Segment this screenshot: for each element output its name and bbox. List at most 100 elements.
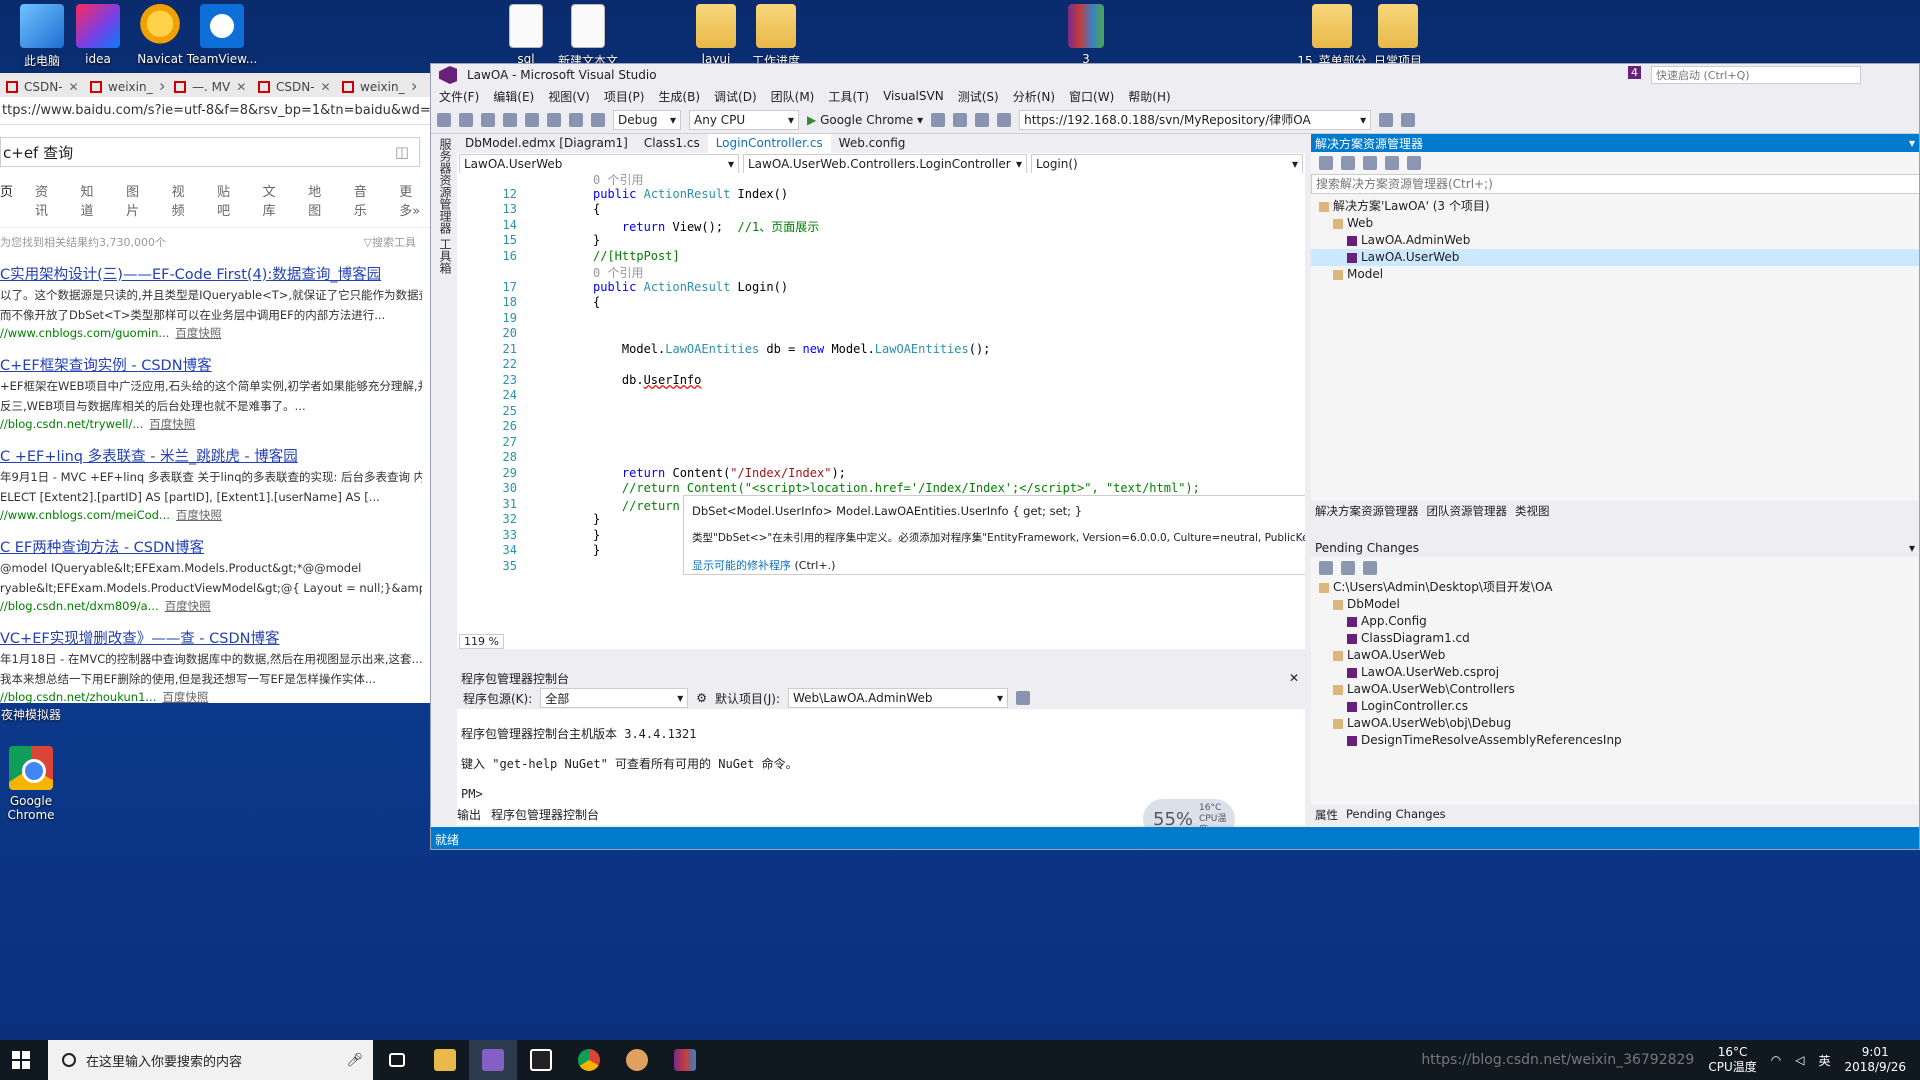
tree-item[interactable]: Web [1311,215,1919,232]
panel-tab[interactable]: 类视图 [1515,503,1550,519]
properties-icon[interactable] [1407,156,1421,170]
baidu-nav-item[interactable]: 音乐 [354,181,378,219]
result-url-text[interactable]: //blog.csdn.net/dxm809/a... [0,599,159,613]
result-title-link[interactable]: C EF两种查询方法 - CSDN博客 [0,536,422,557]
menu-item[interactable]: 分析(N) [1013,88,1055,105]
new-project-icon[interactable] [481,112,495,127]
document-tab[interactable]: LoginController.cs [707,134,831,153]
close-tab-icon[interactable]: ✕ [236,80,246,94]
quick-launch-input[interactable]: 快速启动 (Ctrl+Q) [1651,66,1861,84]
tree-item[interactable]: DbModel [1311,596,1919,613]
desktop-icon[interactable]: 夜神模拟器 [0,706,62,723]
browser-tab[interactable]: —. MV ✕ [168,77,248,97]
desktop-icon[interactable]: 新建文本文 [552,4,624,69]
document-tab[interactable]: DbModel.edmx [Diagram1] [457,134,636,153]
microphone-icon[interactable]: 🎤︎ [346,1053,363,1068]
class-dropdown[interactable]: LawOA.UserWeb.Controllers.LoginControlle… [743,154,1027,174]
tree-item[interactable]: LawOA.UserWeb\Controllers [1311,681,1919,698]
tree-item[interactable]: C:\Users\Admin\Desktop\项目开发\OA [1311,579,1919,596]
code-editor[interactable]: DbSet<Model.UserInfo> Model.LawOAEntitie… [457,173,1305,649]
tree-item[interactable]: LawOA.UserWeb [1311,249,1919,266]
desktop-icon[interactable]: 工作进度 [740,4,812,69]
result-title-link[interactable]: C+EF框架查询实例 - CSDN博客 [0,354,422,375]
tree-item[interactable]: App.Config [1311,613,1919,630]
tree-item[interactable]: DesignTimeResolveAssemblyReferencesInp [1311,732,1919,749]
cache-link[interactable]: 百度快照 [165,599,211,613]
browser-tab[interactable]: CSDN- ✕ [0,77,80,97]
toolbox-tab[interactable]: 工具箱 [437,238,454,274]
baidu-search-input[interactable]: c+ef 查询 ◫ [0,137,420,167]
save-all-icon[interactable] [547,112,561,127]
taskbar-winrar[interactable] [661,1040,709,1080]
comment-icon[interactable] [997,112,1012,127]
network-icon[interactable]: ◠ [1771,1053,1781,1067]
browser-tab[interactable]: weixin_ ✕ [336,77,416,97]
cache-link[interactable]: 百度快照 [175,326,221,340]
baidu-nav-item[interactable]: 贴吧 [217,181,241,219]
config-select[interactable]: Debug ▾ [613,109,681,130]
desktop-icon[interactable]: 15_菜单部分 [1296,4,1368,69]
settings-icon[interactable]: ⚙ [696,691,707,705]
baidu-nav-item[interactable]: 资讯 [35,181,59,219]
svn-commit-icon[interactable] [1401,112,1416,127]
bottom-tab[interactable]: 输出 [457,806,481,824]
browser-tab[interactable]: weixin_ ✕ [84,77,164,97]
baidu-nav-item[interactable]: 更多» [399,181,430,219]
result-url-text[interactable]: //www.cnblogs.com/guomin... [0,326,169,340]
taskbar-explorer[interactable] [421,1040,469,1080]
baidu-nav-item[interactable]: 文库 [263,181,287,219]
taskbar-intellij[interactable] [517,1040,565,1080]
cache-link[interactable]: 百度快照 [176,508,222,522]
browser-tab[interactable]: CSDN- ✕ [252,77,332,97]
tree-item[interactable]: LawOA.UserWeb\obj\Debug [1311,715,1919,732]
start-debug-button[interactable]: ▶ Google Chrome ▾ [807,113,923,127]
platform-select[interactable]: Any CPU ▾ [689,109,799,130]
result-url-text[interactable]: //blog.csdn.net/zhoukun1... [0,690,156,703]
result-title-link[interactable]: C +EF+linq 多表联查 - 米兰_跳跳虎 - 博客园 [0,445,422,466]
bottom-tab[interactable]: 程序包管理器控制台 [487,806,604,824]
back-icon[interactable] [437,112,451,127]
desktop-icon[interactable]: Google Chrome [0,746,62,822]
ime-indicator[interactable]: 英 [1818,1052,1830,1069]
result-url-text[interactable]: //blog.csdn.net/trywell/... [0,417,143,431]
task-view-button[interactable] [373,1040,421,1080]
menu-item[interactable]: 测试(S) [958,88,999,105]
panel-tab[interactable]: 属性 [1315,807,1338,823]
forward-icon[interactable] [459,112,473,127]
menu-item[interactable]: 视图(V) [548,88,590,105]
volume-icon[interactable]: ◁ [1795,1053,1804,1067]
tree-item[interactable]: Model [1311,266,1919,283]
baidu-nav-item[interactable]: 视频 [172,181,196,219]
result-title-link[interactable]: VC+EF实现增删改查》——查 - CSDN博客 [0,627,422,648]
taskbar-chrome[interactable] [565,1040,613,1080]
bookmark-icon[interactable] [975,112,990,127]
browser-link-icon[interactable] [953,112,968,127]
tree-item[interactable]: 解决方案'LawOA' (3 个项目) [1311,198,1919,215]
menu-item[interactable]: 文件(F) [439,88,479,105]
refresh-icon[interactable] [1363,156,1377,170]
taskbar-visual-studio[interactable] [469,1040,517,1080]
svn-url-select[interactable]: https://192.168.0.188/svn/MyRepository/律… [1019,109,1372,130]
notification-icon[interactable]: 4 [1628,66,1641,79]
save-icon[interactable] [525,112,539,127]
project-dropdown[interactable]: LawOA.UserWeb ▾ [459,154,739,174]
menu-item[interactable]: 工具(T) [828,88,869,105]
default-project-select[interactable]: Web\LawOA.AdminWeb ▾ [788,688,1008,708]
svn-update-icon[interactable] [1379,112,1394,127]
clear-console-icon[interactable] [1016,691,1030,705]
undo-icon[interactable] [569,112,583,127]
server-explorer-tab[interactable]: 服务器资源管理器 [437,138,454,234]
close-tab-icon[interactable]: ✕ [69,80,79,94]
clock[interactable]: 9:01 2018/9/26 [1844,1045,1906,1075]
close-tab-icon[interactable]: ✕ [159,80,164,94]
address-bar[interactable]: ttps://www.baidu.com/s?ie=utf-8&f=8&rsv_… [0,97,430,125]
cache-link[interactable]: 百度快照 [149,417,195,431]
document-tab[interactable]: Class1.cs [636,134,708,153]
menu-item[interactable]: 调试(D) [714,88,757,105]
search-tools-button[interactable]: ▽搜索工具 [364,234,416,250]
commit-icon[interactable] [1319,561,1333,575]
start-button[interactable] [12,1051,30,1069]
package-source-select[interactable]: 全部 ▾ [540,688,689,708]
result-title-link[interactable]: C实用架构设计(三)——EF-Code First(4):数据查询_博客园 [0,263,422,284]
taskbar-app[interactable] [613,1040,661,1080]
